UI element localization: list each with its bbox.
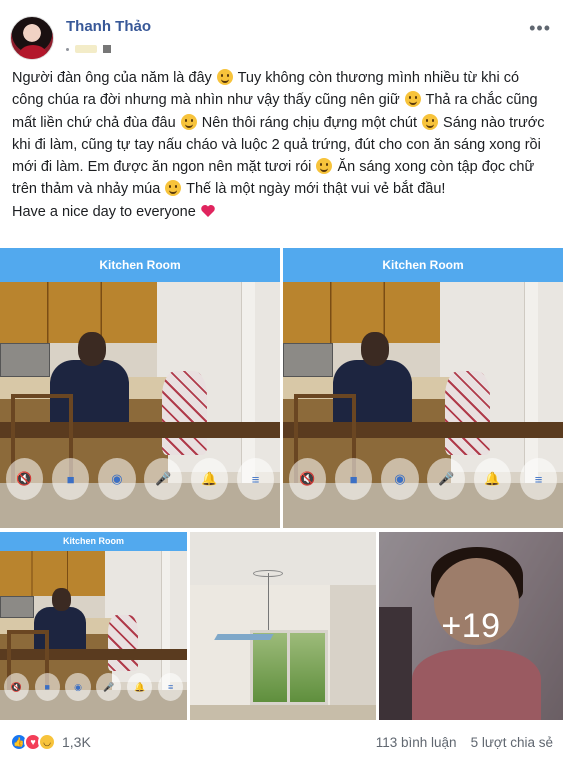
camera-icon[interactable]: ◉ <box>65 673 91 702</box>
room-scene <box>190 532 376 720</box>
camera-title-bar: Kitchen Room <box>0 248 280 282</box>
photo-kitchen-camera-3[interactable]: Kitchen Room 🔇 ■ ◉ 🎤 🔔 ≡ <box>0 532 187 720</box>
photo-baby[interactable]: +19 <box>379 532 563 720</box>
separator-dot <box>66 47 69 51</box>
post-body: Người đàn ông của năm là đây Tuy không c… <box>12 67 552 223</box>
alarm-icon[interactable]: 🔔 <box>473 458 512 500</box>
post-meta <box>66 43 111 55</box>
video-icon[interactable]: ■ <box>51 458 90 500</box>
more-photos-count: +19 <box>441 606 501 645</box>
mute-icon[interactable]: 🔇 <box>5 458 44 500</box>
comments-count-link[interactable]: 113 bình luận <box>376 735 457 750</box>
engagement-stats: 113 bình luận 5 lượt chia sẻ <box>376 735 553 750</box>
mute-icon[interactable]: 🔇 <box>3 673 29 702</box>
timestamp-blurred[interactable] <box>75 45 97 53</box>
more-photos-overlay[interactable]: +19 <box>379 532 563 720</box>
post-footer: 👍 ♥ ◡ 1,3K 113 bình luận 5 lượt chia sẻ <box>10 725 553 759</box>
post-text-segment: Have a nice day to everyone <box>12 203 200 220</box>
microphone-icon[interactable]: 🎤 <box>427 458 465 500</box>
camera-title-bar: Kitchen Room <box>283 248 563 282</box>
post-text-segment: Nên thôi ráng chịu đựng một chút <box>197 114 422 131</box>
post-header: Thanh Thảo ••• <box>10 12 553 62</box>
photo-grid: Kitchen Room 🔇 ■ ◉ 🎤 🔔 ≡ Kitchen Room 🔇 … <box>0 248 563 720</box>
camera-title-bar: Kitchen Room <box>0 532 187 551</box>
post-closing-line: Have a nice day to everyone <box>12 201 552 223</box>
reactions-summary[interactable]: 👍 ♥ ◡ 1,3K <box>10 733 91 751</box>
settings-sliders-icon[interactable]: ≡ <box>519 458 558 500</box>
photo-living-room[interactable] <box>190 532 376 720</box>
post-paragraph: Người đàn ông của năm là đây Tuy không c… <box>12 67 552 201</box>
camera-icon[interactable]: ◉ <box>98 458 136 500</box>
microphone-icon[interactable]: 🎤 <box>144 458 182 500</box>
shares-count-link[interactable]: 5 lượt chia sẻ <box>471 735 553 750</box>
author-name[interactable]: Thanh Thảo <box>66 18 151 35</box>
camera-controls: 🔇 ■ ◉ 🎤 🔔 ≡ <box>288 458 558 500</box>
video-icon[interactable]: ■ <box>34 673 60 702</box>
reaction-icons: 👍 ♥ ◡ <box>10 733 56 751</box>
camera-icon[interactable]: ◉ <box>381 458 419 500</box>
smile-emoji-icon <box>165 180 182 197</box>
red-heart-icon <box>201 204 215 217</box>
privacy-icon[interactable] <box>103 45 111 53</box>
smile-emoji-icon <box>216 69 233 85</box>
smile-emoji-icon <box>422 113 439 130</box>
camera-controls: 🔇 ■ ◉ 🎤 🔔 ≡ <box>3 673 184 702</box>
alarm-icon[interactable]: 🔔 <box>127 673 153 702</box>
reaction-count: 1,3K <box>62 734 91 750</box>
camera-controls: 🔇 ■ ◉ 🎤 🔔 ≡ <box>5 458 275 500</box>
photo-kitchen-camera-1[interactable]: Kitchen Room 🔇 ■ ◉ 🎤 🔔 ≡ <box>0 248 280 528</box>
smile-emoji-icon <box>316 158 333 175</box>
photo-kitchen-camera-2[interactable]: Kitchen Room 🔇 ■ ◉ 🎤 🔔 ≡ <box>283 248 563 528</box>
video-icon[interactable]: ■ <box>334 458 373 500</box>
post-text-segment: Thế là một ngày mới thật vui vẻ bắt đầu! <box>182 181 446 198</box>
settings-sliders-icon[interactable]: ≡ <box>236 458 275 500</box>
haha-icon: ◡ <box>38 733 56 751</box>
smile-emoji-icon <box>404 91 421 108</box>
microphone-icon[interactable]: 🎤 <box>96 673 122 702</box>
settings-sliders-icon[interactable]: ≡ <box>158 673 184 702</box>
more-options-icon[interactable]: ••• <box>529 18 551 39</box>
avatar[interactable] <box>10 16 54 60</box>
mute-icon[interactable]: 🔇 <box>288 458 327 500</box>
post-text-segment: Người đàn ông của năm là đây <box>12 70 216 86</box>
smile-emoji-icon <box>180 113 197 130</box>
alarm-icon[interactable]: 🔔 <box>190 458 229 500</box>
facebook-post: Thanh Thảo ••• Người đàn ông của năm là … <box>0 0 563 763</box>
